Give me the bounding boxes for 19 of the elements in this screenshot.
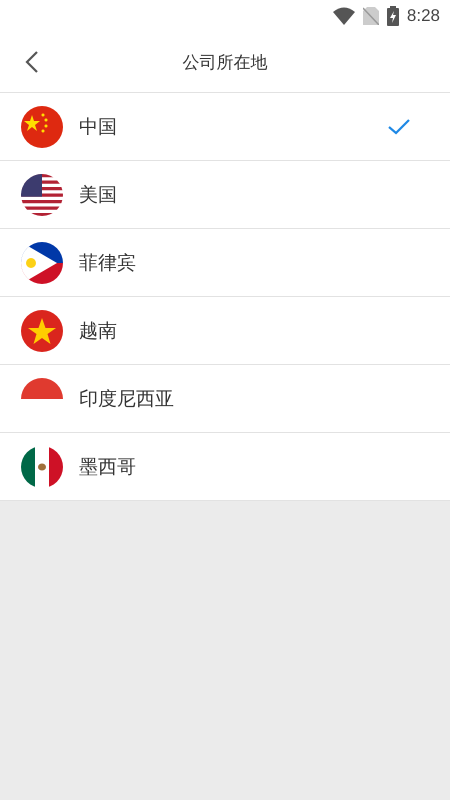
country-name: 印度尼西亚 — [79, 386, 175, 412]
no-sim-icon — [362, 7, 379, 25]
country-item[interactable]: 越南 — [0, 297, 450, 365]
back-icon[interactable] — [25, 50, 39, 74]
country-name: 墨西哥 — [79, 454, 137, 480]
battery-icon — [386, 6, 399, 26]
country-name: 菲律宾 — [79, 250, 137, 276]
country-name: 中国 — [79, 114, 118, 140]
page-title: 公司所在地 — [182, 52, 268, 74]
country-item[interactable]: 印度尼西亚 — [0, 365, 450, 433]
country-item[interactable]: 中国 — [0, 93, 450, 161]
country-name: 美国 — [79, 182, 118, 208]
country-item[interactable]: 菲律宾 — [0, 229, 450, 297]
status-time: 8:28 — [406, 6, 440, 26]
country-item[interactable]: 墨西哥 — [0, 433, 450, 501]
country-name: 越南 — [79, 318, 118, 344]
checkmark-icon — [388, 118, 410, 134]
country-item[interactable]: 美国 — [0, 161, 450, 229]
wifi-icon — [332, 7, 355, 25]
